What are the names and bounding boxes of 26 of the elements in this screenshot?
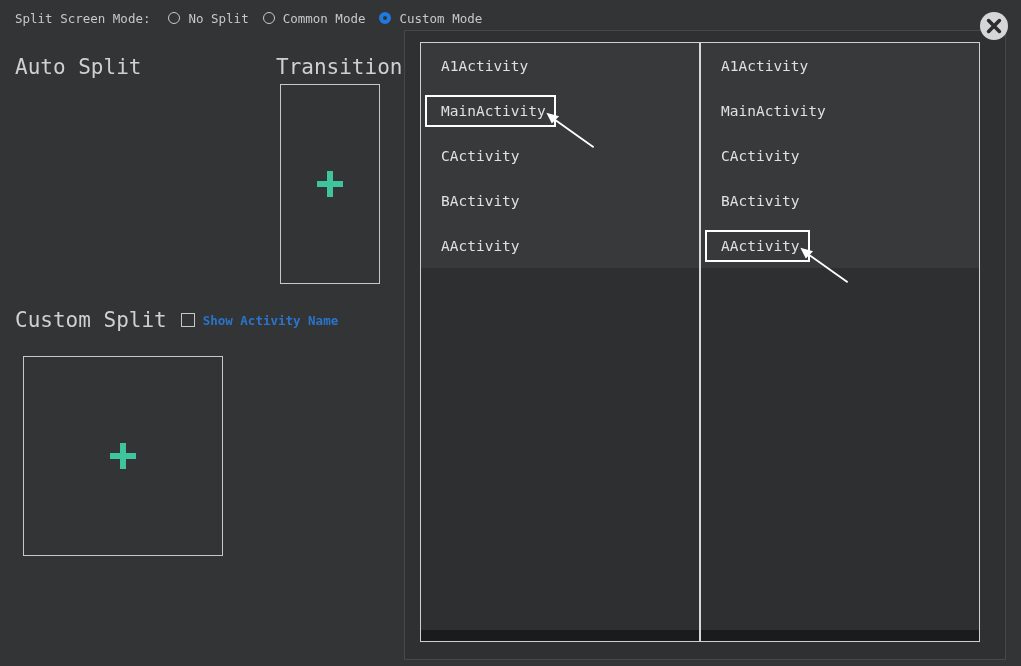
activity-item[interactable]: BActivity (705, 184, 810, 217)
section-title: Transition (276, 54, 403, 81)
plus-icon (108, 441, 138, 471)
activity-item[interactable]: A1Activity (425, 49, 539, 82)
add-slot[interactable] (280, 84, 380, 284)
scrollbar-track[interactable] (701, 630, 979, 641)
plus-icon (315, 169, 345, 199)
mode-label: Split Screen Mode: (15, 10, 151, 26)
activity-item[interactable]: AActivity (425, 229, 530, 262)
close-button[interactable] (980, 12, 1008, 40)
activity-item[interactable]: AActivity (705, 229, 810, 262)
activity-item[interactable]: CActivity (425, 139, 530, 172)
activity-item[interactable]: MainActivity (705, 94, 836, 127)
activity-item[interactable]: MainActivity (425, 94, 556, 127)
mode-radio[interactable]: Common Mode (262, 10, 366, 26)
scrollbar-track[interactable] (421, 630, 699, 641)
section-title: Auto Split (15, 54, 143, 81)
activity-item[interactable]: CActivity (705, 139, 810, 172)
section-title: Custom Split (15, 307, 167, 334)
checkbox[interactable] (180, 313, 195, 327)
mode-radio[interactable]: Custom Mode (379, 10, 483, 26)
activity-item[interactable]: BActivity (425, 184, 530, 217)
activity-item[interactable]: A1Activity (705, 49, 819, 82)
add-slot[interactable] (23, 356, 223, 556)
mode-radio[interactable]: No Split (168, 10, 249, 26)
close-icon (985, 17, 1003, 35)
